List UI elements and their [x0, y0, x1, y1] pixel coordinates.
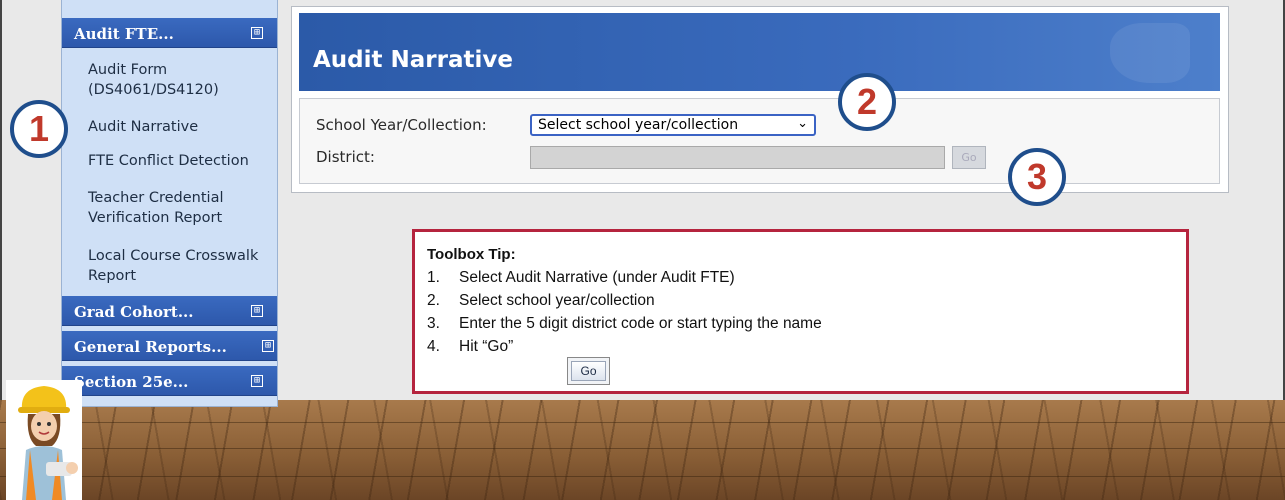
menu-item-teacher-credential[interactable]: Teacher Credential Verification Report [88, 188, 273, 228]
filter-form: School Year/Collection: Select school ye… [299, 98, 1220, 184]
expand-icon[interactable]: ⊞ [262, 340, 274, 352]
tip-title: Toolbox Tip: [427, 246, 516, 263]
menu-header-audit-fte[interactable]: Audit FTE... ⊞ [62, 18, 277, 48]
callout-2: 2 [838, 73, 896, 131]
school-year-select-value: Select school year/collection [538, 117, 739, 133]
callout-1: 1 [10, 100, 68, 158]
menu-header-label: Grad Cohort... [74, 303, 194, 321]
menu-item-fte-conflict-detection[interactable]: FTE Conflict Detection [88, 151, 273, 171]
menu-header-label: Section 25e... [74, 373, 189, 391]
chevron-down-icon: ⌄ [797, 116, 808, 131]
expand-icon[interactable]: ⊞ [251, 27, 263, 39]
main-panel: Audit Narrative School Year/Collection: … [291, 6, 1229, 193]
menu-header-label: Audit FTE... [74, 25, 174, 43]
go-button[interactable]: Go [952, 146, 986, 169]
district-input[interactable] [530, 146, 945, 169]
menu-item-local-course-crosswalk[interactable]: Local Course Crosswalk Report [88, 246, 273, 286]
menu-header-grad-cohort[interactable]: Grad Cohort... ⊞ [62, 296, 277, 326]
expand-icon[interactable]: ⊞ [251, 305, 263, 317]
page-title: Audit Narrative [313, 47, 513, 73]
page-banner: Audit Narrative [299, 13, 1220, 91]
wood-floor [0, 400, 1285, 500]
michigan-map-watermark [1110, 23, 1190, 83]
menu-item-audit-narrative[interactable]: Audit Narrative [88, 117, 273, 137]
menu-header-label: General Reports... [74, 338, 227, 356]
sidebar-menu: Audit FTE... ⊞ Audit Form (DS4061/DS4120… [61, 0, 278, 407]
callout-3: 3 [1008, 148, 1066, 206]
go-button-sample: Go [567, 357, 610, 385]
school-year-label: School Year/Collection: [316, 116, 487, 134]
menu-header-section-25e[interactable]: Section 25e... ⊞ [62, 366, 277, 396]
menu-header-general-reports[interactable]: General Reports... ⊞ [62, 331, 277, 361]
school-year-select[interactable]: Select school year/collection ⌄ [530, 114, 816, 136]
district-label: District: [316, 148, 375, 166]
construction-worker-avatar [6, 380, 82, 500]
menu-item-audit-form[interactable]: Audit Form (DS4061/DS4120) [88, 60, 273, 100]
expand-icon[interactable]: ⊞ [251, 375, 263, 387]
toolbox-tip: Toolbox Tip: 1. Select Audit Narrative (… [412, 229, 1189, 394]
